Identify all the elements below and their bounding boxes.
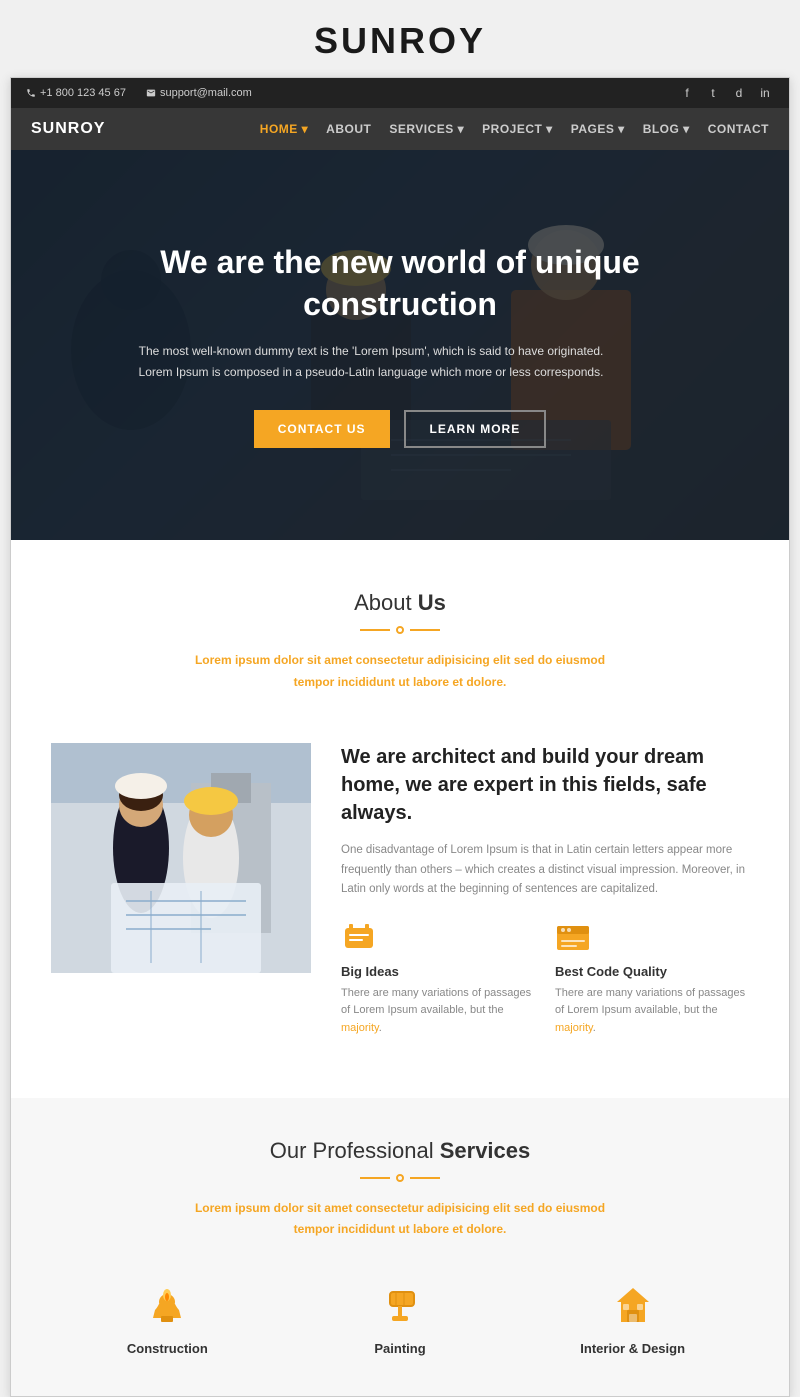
services-divider-dot — [396, 1174, 404, 1182]
interior-icon — [608, 1281, 658, 1331]
nav-about[interactable]: ABOUT — [326, 120, 371, 138]
hero-content: We are the new world of unique construct… — [131, 242, 669, 448]
service-3-title: Interior & Design — [516, 1341, 749, 1356]
feature-1-desc: There are many variations of passages of… — [341, 985, 535, 1038]
navbar-brand[interactable]: SUNROY — [31, 120, 105, 138]
site-main-title: SUNROY — [0, 20, 800, 62]
service-1-title: Construction — [51, 1341, 284, 1356]
top-bar-left: +1 800 123 45 67 support@mail.com — [26, 87, 252, 99]
services-divider-line-left — [360, 1177, 390, 1179]
site-title-bar: SUNROY — [0, 0, 800, 77]
hero-description: The most well-known dummy text is the 'L… — [131, 341, 611, 382]
nav-pages[interactable]: PAGES ▾ — [571, 120, 625, 138]
service-construction: Construction — [51, 1281, 284, 1356]
linkedin-link[interactable]: in — [756, 84, 774, 102]
about-divider — [51, 626, 749, 634]
navbar-nav: HOME ▾ ABOUT SERVICES ▾ PROJECT ▾ PAGES … — [260, 120, 769, 138]
feature-code-quality: Best Code Quality There are many variati… — [555, 920, 749, 1058]
about-content: We are architect and build your dream ho… — [11, 723, 789, 1097]
about-subtitle: Lorem ipsum dolor sit amet consectetur a… — [51, 650, 749, 693]
services-section-header: Our Professional Services Lorem ipsum do… — [11, 1098, 789, 1261]
about-title: About Us — [51, 590, 749, 616]
about-image — [51, 743, 311, 973]
service-painting: Painting — [284, 1281, 517, 1356]
services-title: Our Professional Services — [51, 1138, 749, 1164]
service-2-title: Painting — [284, 1341, 517, 1356]
dribbble-link[interactable]: d — [730, 84, 748, 102]
social-links[interactable]: f t d in — [678, 84, 774, 102]
about-section-header: About Us Lorem ipsum dolor sit amet cons… — [11, 540, 789, 723]
feature-1-title: Big Ideas — [341, 964, 535, 979]
service-interior: Interior & Design — [516, 1281, 749, 1356]
nav-blog-link[interactable]: BLOG ▾ — [643, 122, 690, 136]
nav-services-link[interactable]: SERVICES ▾ — [389, 122, 464, 136]
nav-blog[interactable]: BLOG ▾ — [643, 120, 690, 138]
services-subtitle: Lorem ipsum dolor sit amet consectetur a… — [51, 1198, 749, 1241]
divider-dot — [396, 626, 404, 634]
nav-contact[interactable]: CONTACT — [708, 120, 769, 138]
nav-project[interactable]: PROJECT ▾ — [482, 120, 553, 138]
divider-line-right — [410, 629, 440, 631]
nav-pages-link[interactable]: PAGES ▾ — [571, 122, 625, 136]
facebook-link[interactable]: f — [678, 84, 696, 102]
nav-project-link[interactable]: PROJECT ▾ — [482, 122, 553, 136]
about-text-block: We are architect and build your dream ho… — [341, 743, 749, 1057]
about-description: One disadvantage of Lorem Ipsum is that … — [341, 841, 749, 900]
browser-wrapper: +1 800 123 45 67 support@mail.com f t d … — [10, 77, 790, 1397]
services-icons-row: Construction Painting — [11, 1261, 789, 1396]
code-quality-icon — [555, 920, 591, 956]
navbar: SUNROY HOME ▾ ABOUT SERVICES ▾ PROJECT ▾… — [11, 108, 789, 150]
top-bar: +1 800 123 45 67 support@mail.com f t d … — [11, 78, 789, 108]
big-ideas-icon — [341, 920, 377, 956]
services-divider-line-right — [410, 1177, 440, 1179]
hero-heading: We are the new world of unique construct… — [131, 242, 669, 325]
feature-big-ideas: Big Ideas There are many variations of p… — [341, 920, 535, 1058]
painting-icon — [375, 1281, 425, 1331]
twitter-link[interactable]: t — [704, 84, 722, 102]
contact-us-button[interactable]: CONTACT US — [254, 410, 390, 448]
hero-buttons: CONTACT US LEARN MORE — [131, 410, 669, 448]
feature-2-title: Best Code Quality — [555, 964, 749, 979]
services-divider — [51, 1174, 749, 1182]
divider-line-left — [360, 629, 390, 631]
construction-icon — [142, 1281, 192, 1331]
about-heading: We are architect and build your dream ho… — [341, 743, 749, 827]
phone-info: +1 800 123 45 67 — [26, 87, 126, 99]
email-info: support@mail.com — [146, 87, 252, 99]
feature-2-desc: There are many variations of passages of… — [555, 985, 749, 1038]
hero-section: We are the new world of unique construct… — [11, 150, 789, 540]
nav-services[interactable]: SERVICES ▾ — [389, 120, 464, 138]
about-features: Big Ideas There are many variations of p… — [341, 920, 749, 1058]
nav-home-link[interactable]: HOME ▾ — [260, 122, 308, 136]
nav-contact-link[interactable]: CONTACT — [708, 122, 769, 136]
nav-about-link[interactable]: ABOUT — [326, 122, 371, 136]
nav-home[interactable]: HOME ▾ — [260, 120, 308, 138]
learn-more-button[interactable]: LEARN MORE — [404, 410, 547, 448]
